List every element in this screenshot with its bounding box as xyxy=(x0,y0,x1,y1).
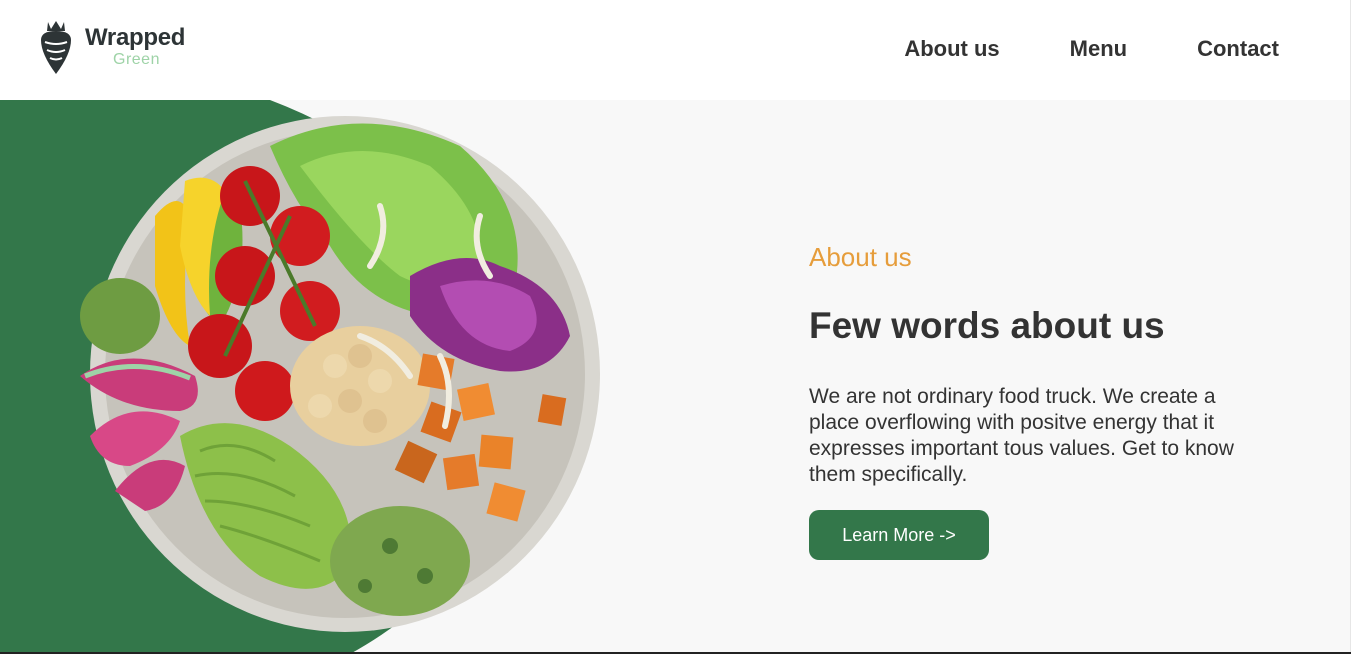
radish-logo-icon xyxy=(41,21,71,74)
brand-name: Wrapped xyxy=(85,24,186,51)
salad-bowl-image xyxy=(80,116,600,632)
nav-about-us[interactable]: About us xyxy=(904,36,999,62)
section-eyebrow: About us xyxy=(809,242,912,272)
about-content: About us Few words about us We are not o… xyxy=(809,242,1279,560)
nav-contact[interactable]: Contact xyxy=(1197,36,1279,62)
site-header: Wrapped Green About us Menu Contact xyxy=(0,0,1351,100)
brand-logo[interactable]: Wrapped Green xyxy=(38,20,208,76)
page-title: Few words about us xyxy=(809,305,1165,346)
learn-more-button[interactable]: Learn More -> xyxy=(809,510,989,560)
nav-menu[interactable]: Menu xyxy=(1070,36,1127,62)
main-nav: About us Menu Contact xyxy=(904,36,1279,62)
hero-section: About us Few words about us We are not o… xyxy=(0,100,1351,654)
about-description: We are not ordinary food truck. We creat… xyxy=(809,385,1234,486)
brand-subname: Green xyxy=(113,51,160,68)
